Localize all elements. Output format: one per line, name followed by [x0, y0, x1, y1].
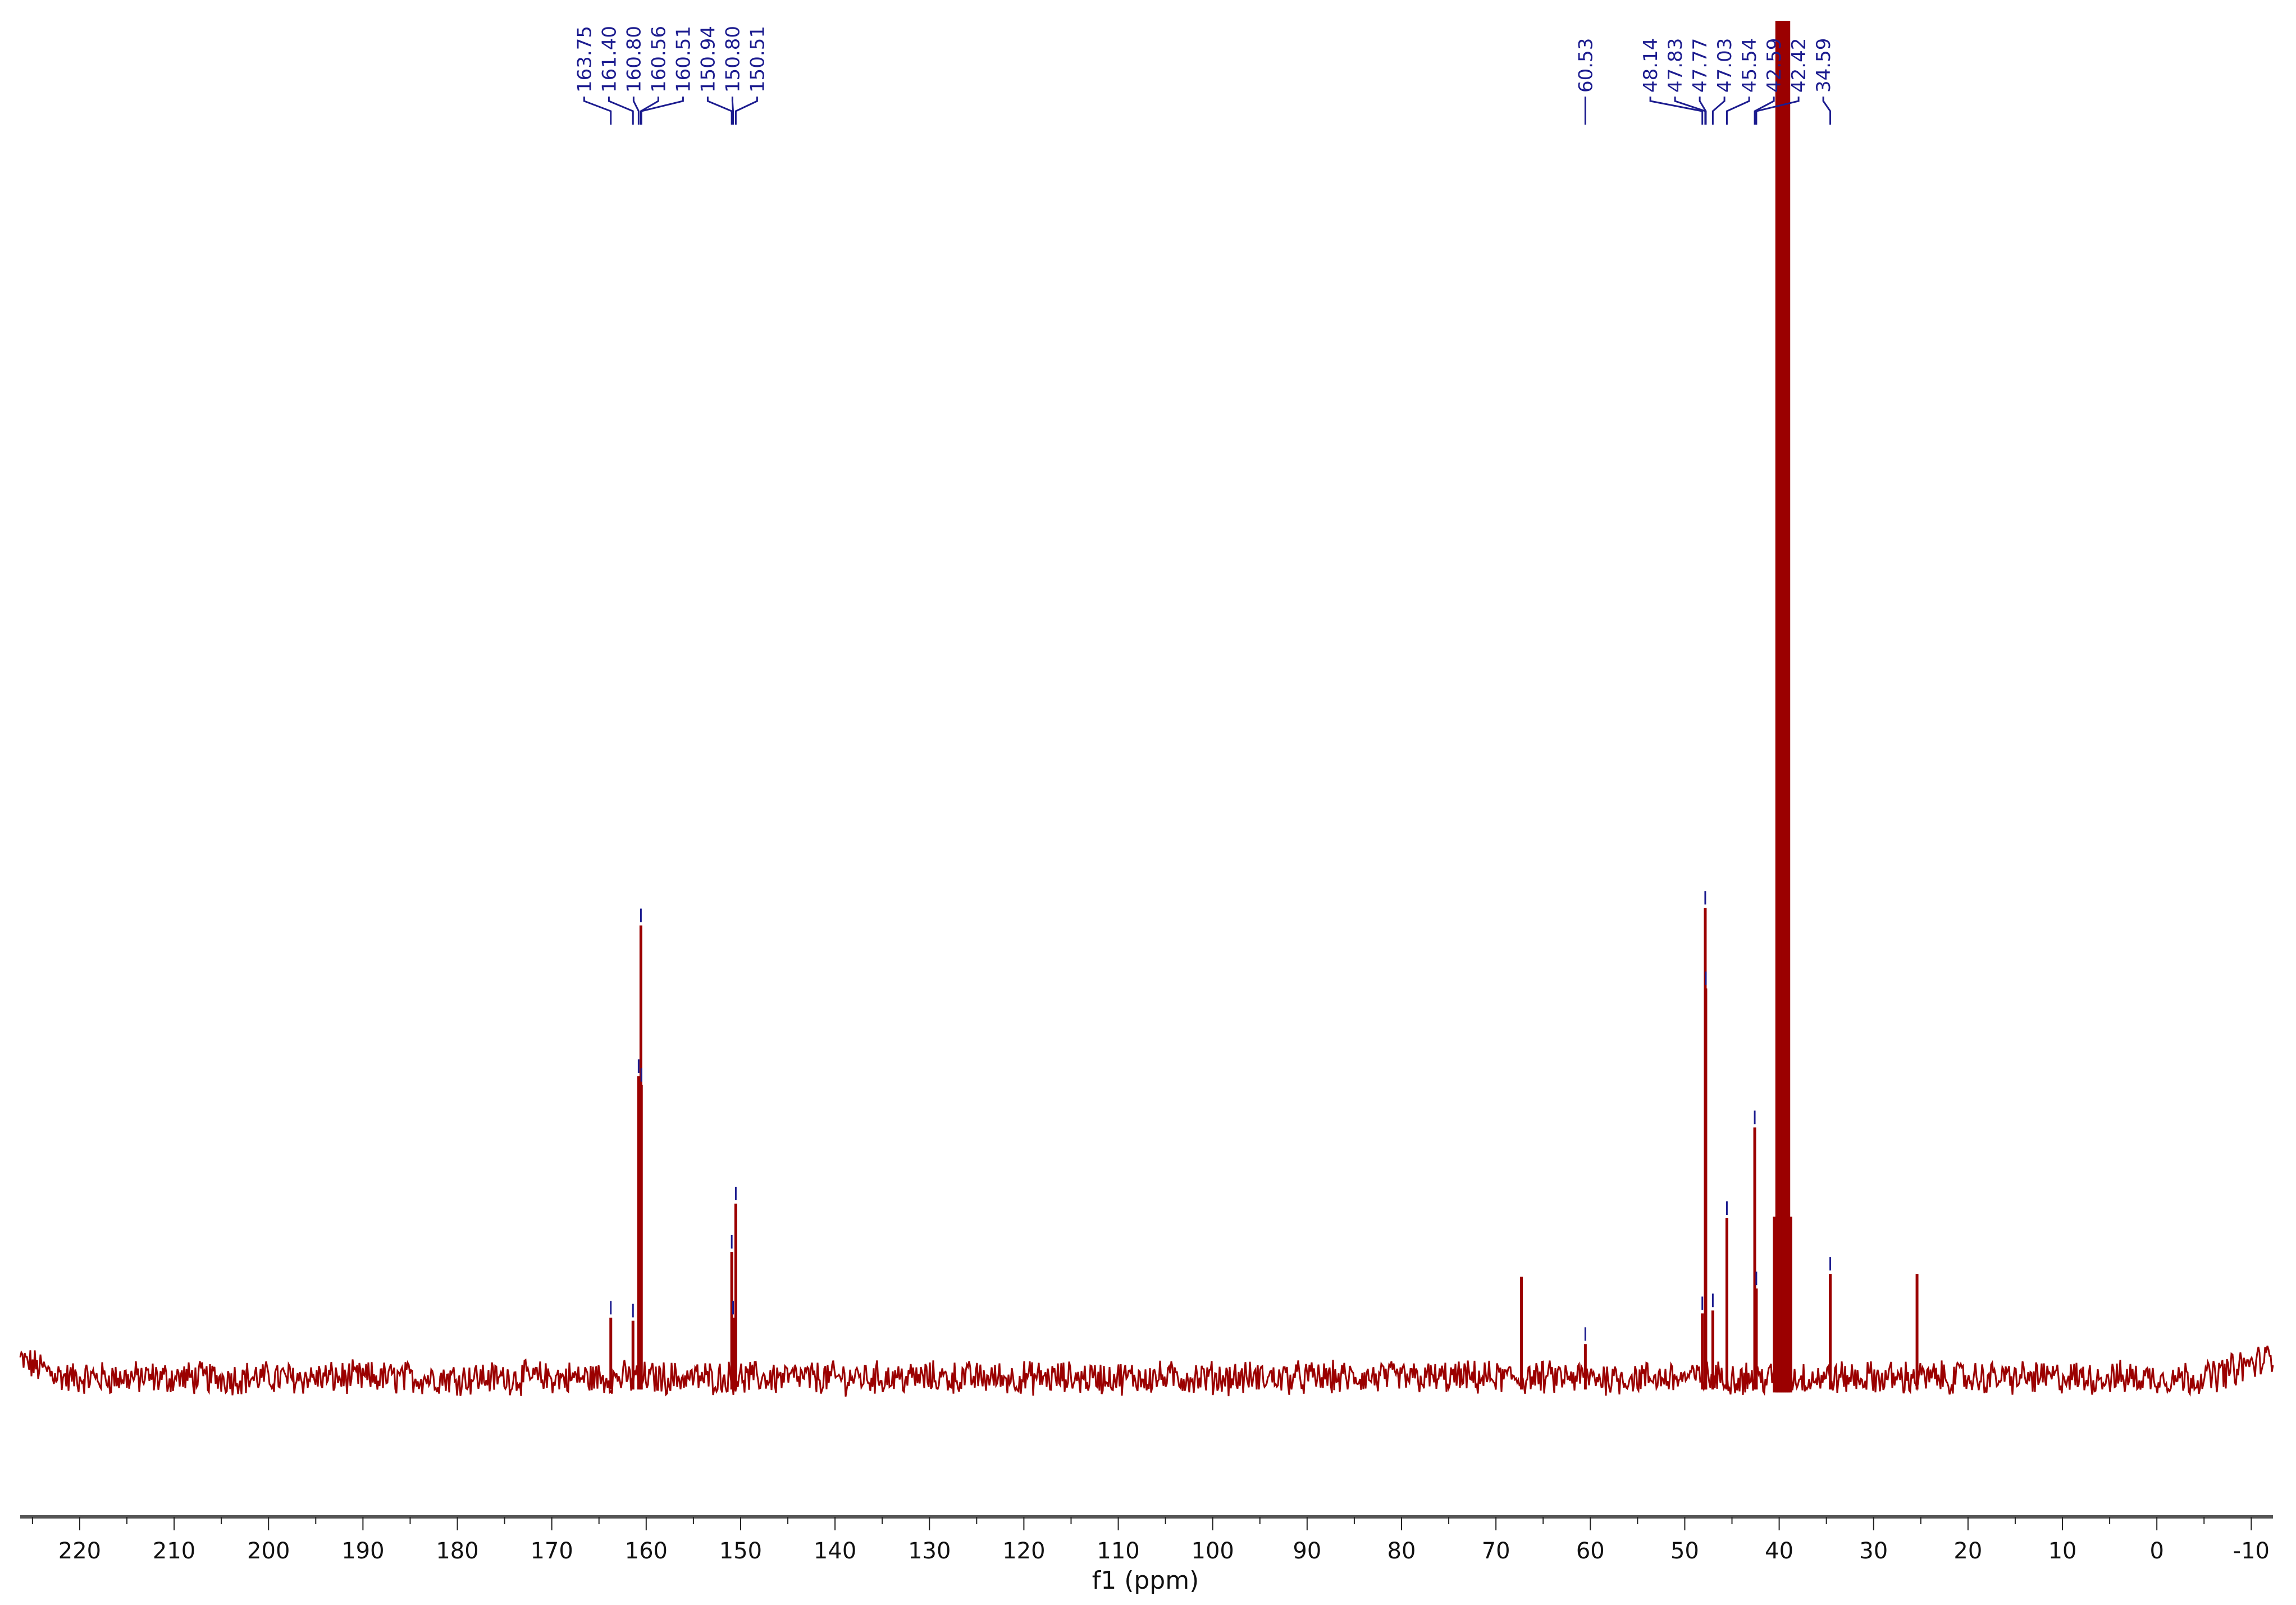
peak-label: 160.80	[623, 26, 645, 93]
x-tick-label: 220	[58, 1538, 101, 1564]
spectrum-baseline-trace	[19, 1345, 2274, 1397]
peak-label-connector	[1711, 97, 1726, 125]
peak-label-connector	[640, 97, 684, 125]
x-tick-label: 120	[1002, 1538, 1045, 1564]
x-tick-label: 200	[247, 1538, 290, 1564]
peak-label: 161.40	[598, 26, 620, 93]
x-tick-label: 10	[2048, 1538, 2077, 1564]
x-axis: 220 210 200 190 180 170 160 150 140 130 120 110 100 9…	[20, 1515, 2273, 1564]
x-tick-label: 160	[625, 1538, 668, 1564]
peak-label: 34.59	[1813, 38, 1835, 93]
peak-label: 150.80	[722, 26, 744, 93]
x-tick-label: 110	[1097, 1538, 1139, 1564]
peak-label: 48.14	[1640, 38, 1662, 93]
x-tick-label: 90	[1293, 1538, 1321, 1564]
x-tick-label: 130	[908, 1538, 951, 1564]
x-tick-label: 0	[2149, 1538, 2163, 1564]
x-tick-label: 30	[1859, 1538, 1888, 1564]
peak-label-connector	[608, 97, 634, 125]
x-tick-label: 180	[436, 1538, 478, 1564]
peak-label: 45.54	[1738, 38, 1761, 93]
x-tick-label: 40	[1765, 1538, 1793, 1564]
x-tick-label: 70	[1482, 1538, 1510, 1564]
peak-label-connector	[734, 97, 758, 125]
x-tick-label: 100	[1192, 1538, 1234, 1564]
peak-label-connector	[1726, 97, 1750, 125]
x-tick-label: 60	[1576, 1538, 1605, 1564]
x-tick-label: 150	[719, 1538, 762, 1564]
peak-label-connector	[731, 97, 734, 125]
peak-label: 150.94	[697, 26, 719, 93]
peak-labels-layer: 163.75 161.40 160.80 160.56 160.51 150.94 150.…	[573, 26, 1835, 125]
peak-label: 47.83	[1664, 38, 1687, 93]
x-axis-title: f1 (ppm)	[1092, 1566, 1199, 1595]
peak-label-connector	[583, 97, 612, 125]
x-tick-label: 140	[814, 1538, 856, 1564]
peak-label: 150.51	[746, 26, 769, 93]
nmr-spectrum-chart: 163.75 161.40 160.80 160.56 160.51 150.94 150.…	[19, 21, 2274, 1595]
peak-label: 47.03	[1714, 38, 1736, 93]
x-tick-label: 50	[1670, 1538, 1699, 1564]
x-tick-label: -10	[2233, 1538, 2270, 1564]
peaks-layer	[609, 21, 1919, 1393]
x-tick-label: 20	[1953, 1538, 1982, 1564]
peak-label: 163.75	[573, 26, 596, 93]
peak-label-connector	[706, 97, 733, 125]
peak-label: 42.59	[1763, 38, 1786, 93]
peak-label: 47.77	[1689, 38, 1711, 93]
peak-label: 60.53	[1574, 38, 1597, 93]
x-tick-label: 190	[341, 1538, 384, 1564]
peak-label: 160.51	[672, 26, 695, 93]
x-tick-label: 210	[153, 1538, 195, 1564]
peak-label: 42.42	[1788, 38, 1810, 93]
peak-label-connector	[1822, 97, 1832, 125]
spectrum-trace-layer	[19, 1345, 2274, 1397]
x-tick-label: 80	[1387, 1538, 1416, 1564]
peak-label: 160.56	[647, 26, 670, 93]
peak-label-connector	[632, 97, 640, 125]
x-tick-label: 170	[530, 1538, 573, 1564]
solvent-peak-body	[1777, 21, 1790, 939]
